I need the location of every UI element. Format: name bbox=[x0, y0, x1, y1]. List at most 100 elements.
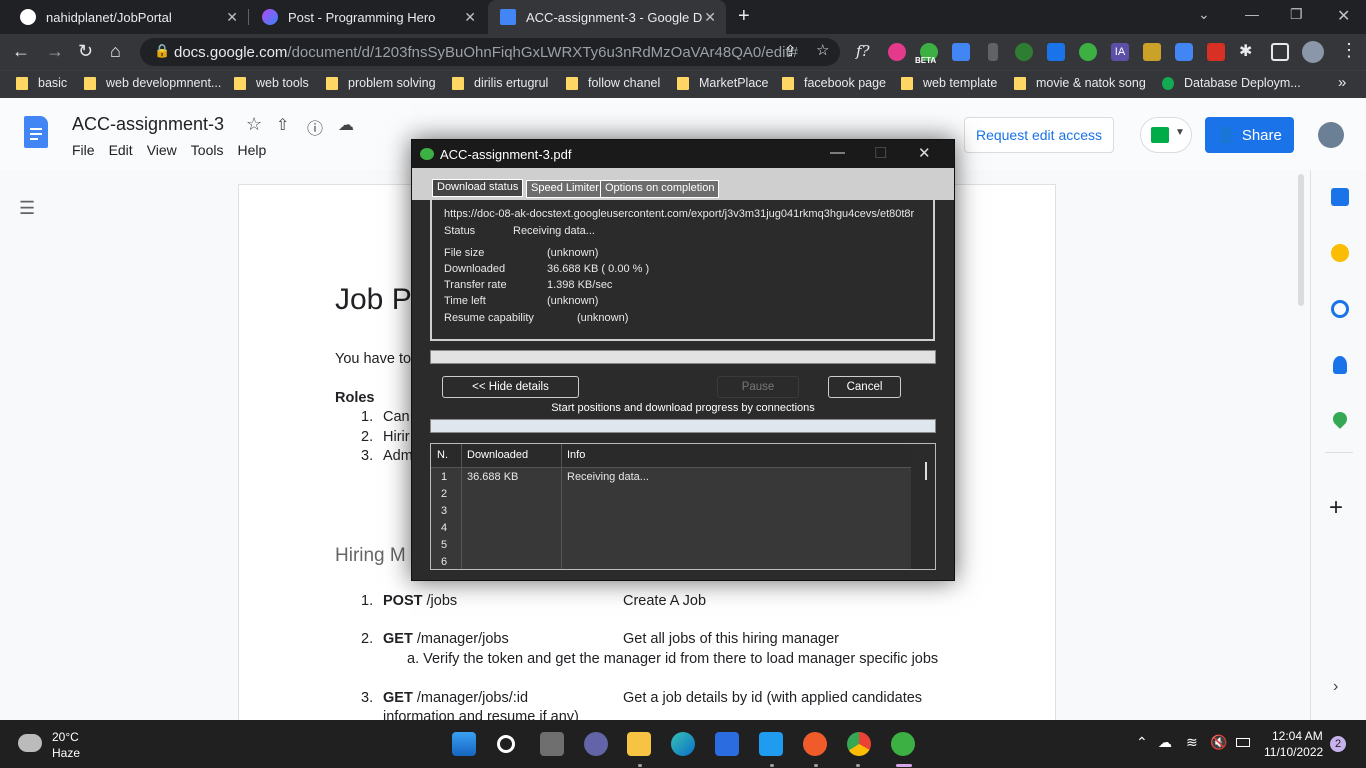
tree-extension-icon[interactable] bbox=[1015, 43, 1033, 61]
scrollbar[interactable] bbox=[1298, 174, 1304, 306]
onedrive-icon[interactable]: ☁ bbox=[1158, 734, 1172, 751]
close-icon[interactable]: ✕ bbox=[704, 9, 716, 26]
puzzle-icon[interactable]: ✱ bbox=[1239, 41, 1252, 61]
idm-taskbar-icon[interactable] bbox=[891, 732, 915, 756]
idm-icon[interactable] bbox=[1079, 43, 1097, 61]
battery-icon[interactable] bbox=[1236, 738, 1250, 747]
maximize-icon[interactable]: ❐ bbox=[1290, 6, 1303, 23]
tasks-icon[interactable] bbox=[1331, 300, 1349, 318]
dialog-titlebar[interactable]: ACC-assignment-3.pdf — ☐ ✕ bbox=[412, 140, 954, 168]
chrome-icon[interactable] bbox=[847, 732, 871, 756]
menu-view[interactable]: View bbox=[147, 142, 177, 158]
share-page-icon[interactable]: ⇪ bbox=[784, 42, 797, 60]
vscode-icon[interactable] bbox=[759, 732, 783, 756]
extension-icon[interactable] bbox=[1143, 43, 1161, 61]
request-edit-access-button[interactable]: Request edit access bbox=[964, 117, 1114, 153]
search-icon[interactable] bbox=[497, 735, 515, 753]
back-icon[interactable]: ← bbox=[12, 41, 30, 62]
tab-github[interactable]: nahidplanet/JobPortal ✕ bbox=[8, 0, 248, 34]
bookmark-follow-chanel[interactable]: follow chanel bbox=[566, 76, 660, 90]
menu-edit[interactable]: Edit bbox=[109, 142, 133, 158]
store-icon[interactable] bbox=[715, 732, 739, 756]
star-icon[interactable]: ☆ bbox=[246, 114, 262, 135]
star-icon[interactable]: ☆ bbox=[816, 41, 829, 59]
bookmark-basic[interactable]: basic bbox=[16, 76, 67, 90]
bookmark-dirilis-ertugrul[interactable]: dirilis ertugrul bbox=[452, 76, 548, 90]
wifi-icon[interactable]: ≋ bbox=[1186, 734, 1198, 751]
start-icon[interactable] bbox=[452, 732, 476, 756]
keep-icon[interactable] bbox=[1331, 244, 1349, 262]
share-button[interactable]: 👤 Share bbox=[1205, 117, 1294, 153]
move-drive-icon[interactable]: ⇧ bbox=[276, 115, 289, 135]
bookmark-marketplace[interactable]: MarketPlace bbox=[677, 76, 768, 90]
bookmark-web-template[interactable]: web template bbox=[901, 76, 997, 90]
hide-details-button[interactable]: << Hide details bbox=[442, 376, 579, 398]
edge-icon[interactable] bbox=[671, 732, 695, 756]
reload-icon[interactable]: ↻ bbox=[78, 41, 93, 62]
volume-muted-icon[interactable]: 🔇 bbox=[1210, 734, 1227, 751]
profile-avatar[interactable] bbox=[1302, 41, 1324, 63]
account-avatar[interactable] bbox=[1318, 122, 1344, 148]
home-icon[interactable]: ⌂ bbox=[110, 41, 121, 62]
weather-desc[interactable]: Haze bbox=[52, 746, 80, 760]
cancel-button[interactable]: Cancel bbox=[828, 376, 901, 398]
postman-icon[interactable] bbox=[803, 732, 827, 756]
weather-temp[interactable]: 20°C bbox=[52, 730, 79, 744]
bookmark-web-development[interactable]: web developmnent... bbox=[84, 76, 221, 90]
menu-tools[interactable]: Tools bbox=[191, 142, 224, 158]
forward-icon[interactable]: → bbox=[46, 41, 64, 62]
chevron-up-icon[interactable]: ⌃ bbox=[1136, 734, 1148, 751]
bookmark-web-tools[interactable]: web tools bbox=[234, 76, 309, 90]
chevron-down-icon[interactable]: ⌄ bbox=[1198, 6, 1210, 23]
info-icon[interactable]: ⓘ bbox=[307, 115, 323, 139]
extension-icon[interactable] bbox=[1207, 43, 1225, 61]
weather-haze-icon[interactable] bbox=[18, 734, 42, 752]
add-icon[interactable]: + bbox=[1329, 494, 1343, 522]
tab-speed-limiter[interactable]: Speed Limiter bbox=[526, 180, 604, 198]
outline-icon[interactable]: ☰ bbox=[19, 198, 35, 219]
bookmark-movie-natok-song[interactable]: movie & natok song bbox=[1014, 76, 1146, 90]
clock-date[interactable]: 11/10/2022 bbox=[1264, 745, 1323, 759]
minimize-icon[interactable]: — bbox=[1245, 6, 1259, 22]
screen-capture-icon[interactable] bbox=[1175, 43, 1193, 61]
translate-icon[interactable] bbox=[952, 43, 970, 61]
close-icon[interactable]: ✕ bbox=[918, 144, 931, 162]
address-bar[interactable]: 🔒 docs.google.com/document/d/1203fnsSyBu… bbox=[140, 38, 840, 66]
task-view-icon[interactable] bbox=[540, 732, 564, 756]
ia-extension-icon[interactable]: IA bbox=[1111, 43, 1129, 61]
menu-help[interactable]: Help bbox=[237, 142, 266, 158]
tab-options-on-completion[interactable]: Options on completion bbox=[600, 180, 720, 198]
close-window-icon[interactable]: ✕ bbox=[1337, 6, 1350, 26]
connections-table[interactable]: N. Downloaded Info 1 36.688 KB Receiving… bbox=[430, 443, 936, 570]
maps-icon[interactable] bbox=[1330, 409, 1350, 429]
notification-badge[interactable]: 2 bbox=[1330, 736, 1346, 752]
download-icon[interactable] bbox=[1047, 43, 1065, 61]
chat-icon[interactable] bbox=[584, 732, 608, 756]
close-icon[interactable]: ✕ bbox=[226, 9, 238, 26]
bookmark-facebook-page[interactable]: facebook page bbox=[782, 76, 886, 90]
bookmark-problem-solving[interactable]: problem solving bbox=[326, 76, 436, 90]
extension-icon[interactable] bbox=[988, 43, 998, 61]
google-docs-logo-icon[interactable] bbox=[24, 116, 48, 148]
more-vert-icon[interactable]: ⋮ bbox=[1340, 40, 1358, 61]
side-panel-icon[interactable] bbox=[1271, 43, 1289, 61]
extension-f-icon[interactable]: f? bbox=[856, 42, 870, 60]
new-tab-button[interactable]: + bbox=[738, 5, 750, 28]
contacts-icon[interactable] bbox=[1333, 356, 1347, 374]
calendar-icon[interactable] bbox=[1331, 188, 1349, 206]
file-explorer-icon[interactable] bbox=[627, 732, 651, 756]
document-title[interactable]: ACC-assignment-3 bbox=[72, 114, 224, 135]
bookmark-database-deployment[interactable]: Database Deploym... bbox=[1162, 76, 1301, 90]
table-scrollbar[interactable] bbox=[911, 444, 935, 569]
meet-button[interactable]: ▼ bbox=[1140, 117, 1192, 153]
minimize-icon[interactable]: — bbox=[830, 144, 845, 161]
extension-icon[interactable] bbox=[888, 43, 906, 61]
tab-download-status[interactable]: Download status bbox=[432, 179, 524, 197]
menu-file[interactable]: File bbox=[72, 142, 95, 158]
bookmarks-overflow[interactable]: » bbox=[1338, 74, 1346, 91]
close-icon[interactable]: ✕ bbox=[464, 9, 476, 26]
chevron-right-icon[interactable]: › bbox=[1333, 678, 1338, 696]
tab-programming-hero[interactable]: Post - Programming Hero ✕ bbox=[250, 0, 486, 34]
tab-google-docs[interactable]: ACC-assignment-3 - Google Doc ✕ bbox=[488, 0, 726, 34]
clock-time[interactable]: 12:04 AM bbox=[1272, 729, 1323, 743]
